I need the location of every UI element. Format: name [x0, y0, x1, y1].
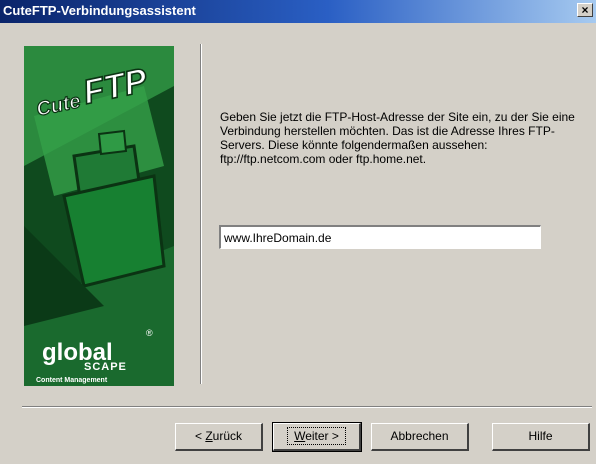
- ftp-host-input[interactable]: [219, 225, 541, 249]
- horizontal-divider: [22, 406, 592, 408]
- next-focus-ring: Weiter >: [287, 427, 346, 445]
- svg-text:Content Management: Content Management: [36, 377, 108, 384]
- back-mnemonic: Z: [205, 429, 213, 443]
- instruction-text: Geben Sie jetzt die FTP-Host-Adresse der…: [220, 110, 575, 166]
- back-button[interactable]: < Zurück: [175, 423, 263, 451]
- wizard-window: CuteFTP-Verbindungsassistent × Cute FTP …: [0, 0, 596, 464]
- next-label-rest: eiter >: [305, 429, 339, 443]
- vertical-divider: [200, 44, 202, 384]
- close-icon: ×: [581, 3, 589, 17]
- brand-scape: SCAPE: [84, 361, 127, 373]
- svg-text:®: ®: [146, 328, 153, 338]
- back-prefix: <: [194, 429, 206, 443]
- window-title: CuteFTP-Verbindungsassistent: [3, 3, 196, 18]
- next-button[interactable]: Weiter >: [272, 422, 362, 452]
- help-button[interactable]: Hilfe: [492, 423, 590, 451]
- cancel-button[interactable]: Abbrechen: [371, 423, 469, 451]
- brand-tagline: Content Management: [36, 377, 108, 384]
- svg-text:SCAPE: SCAPE: [84, 361, 127, 373]
- title-bar[interactable]: CuteFTP-Verbindungsassistent ×: [0, 0, 596, 23]
- next-mnemonic: W: [294, 429, 306, 443]
- back-label-rest: urück: [212, 429, 243, 443]
- cuteftp-banner-image: Cute FTP global ® SCAPE Content Manageme…: [24, 46, 174, 386]
- close-button[interactable]: ×: [577, 3, 593, 17]
- brand-registered-mark: ®: [146, 328, 153, 338]
